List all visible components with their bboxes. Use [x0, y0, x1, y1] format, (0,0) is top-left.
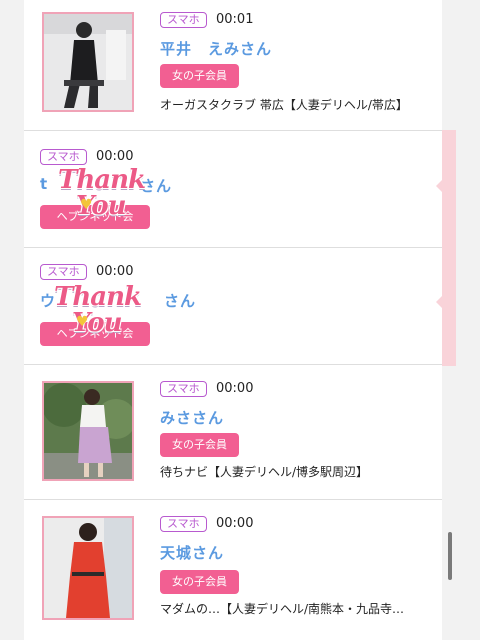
- device-badge: スマホ: [160, 381, 207, 397]
- visit-time: 00:00: [96, 149, 134, 164]
- side-tab-notch: [436, 178, 444, 194]
- shop-name[interactable]: マダムの…【人妻デリヘル/南熊本・九品寺…: [160, 600, 404, 617]
- visit-time: 00:00: [216, 516, 254, 531]
- visitor-name-link[interactable]: 平井 えみさん: [160, 38, 272, 59]
- scrollbar-thumb[interactable]: [448, 532, 452, 580]
- shop-name[interactable]: 待ちナビ【人妻デリヘル/博多駅周辺】: [160, 463, 368, 480]
- list-item[interactable]: スマホ 00:00 みささん 女の子会員 待ちナビ【人妻デリヘル/博多駅周辺】: [24, 365, 442, 499]
- device-badge: スマホ: [160, 516, 207, 532]
- visitor-list: スマホ 00:01 平井 えみさん 女の子会員 オーガスタクラブ 帯広【人妻デリ…: [24, 0, 442, 640]
- device-badge: スマホ: [40, 264, 87, 280]
- member-type-button[interactable]: 女の子会員: [160, 570, 239, 594]
- side-tab-strip: [442, 130, 456, 366]
- visitor-name-link[interactable]: 天城さん: [160, 542, 224, 563]
- heart-icon: ♥: [80, 197, 93, 213]
- profile-photo[interactable]: [42, 12, 134, 112]
- thank-you-stamp-line1: Thank: [54, 282, 142, 312]
- visit-time: 00:00: [216, 381, 254, 396]
- device-badge: スマホ: [40, 149, 87, 165]
- profile-photo[interactable]: [42, 516, 134, 620]
- visit-time: 00:01: [216, 12, 254, 27]
- visitor-name-link[interactable]: みささん: [160, 407, 224, 428]
- visit-time: 00:00: [96, 264, 134, 279]
- visitor-name-suffix[interactable]: さん: [164, 290, 196, 311]
- visitor-name-link[interactable]: t: [40, 175, 48, 193]
- list-item[interactable]: スマホ 00:00 ウ さん ヘブンネット会員 Thank You ♥: [24, 248, 442, 364]
- thank-you-stamp-line1: Thank: [58, 165, 146, 195]
- profile-photo[interactable]: [42, 381, 134, 481]
- shop-name[interactable]: オーガスタクラブ 帯広【人妻デリヘル/帯広】: [160, 96, 408, 113]
- device-badge: スマホ: [160, 12, 207, 28]
- member-type-button[interactable]: 女の子会員: [160, 433, 239, 457]
- list-item[interactable]: スマホ 00:00 t さん ヘブンネット会員 Thank You ♥: [24, 131, 442, 247]
- heart-icon: ♥: [76, 314, 89, 330]
- side-tab-notch: [436, 294, 444, 310]
- member-type-button[interactable]: 女の子会員: [160, 64, 239, 88]
- list-item[interactable]: スマホ 00:00 天城さん 女の子会員 マダムの…【人妻デリヘル/南熊本・九品…: [24, 500, 442, 640]
- list-item[interactable]: スマホ 00:01 平井 えみさん 女の子会員 オーガスタクラブ 帯広【人妻デリ…: [24, 0, 442, 130]
